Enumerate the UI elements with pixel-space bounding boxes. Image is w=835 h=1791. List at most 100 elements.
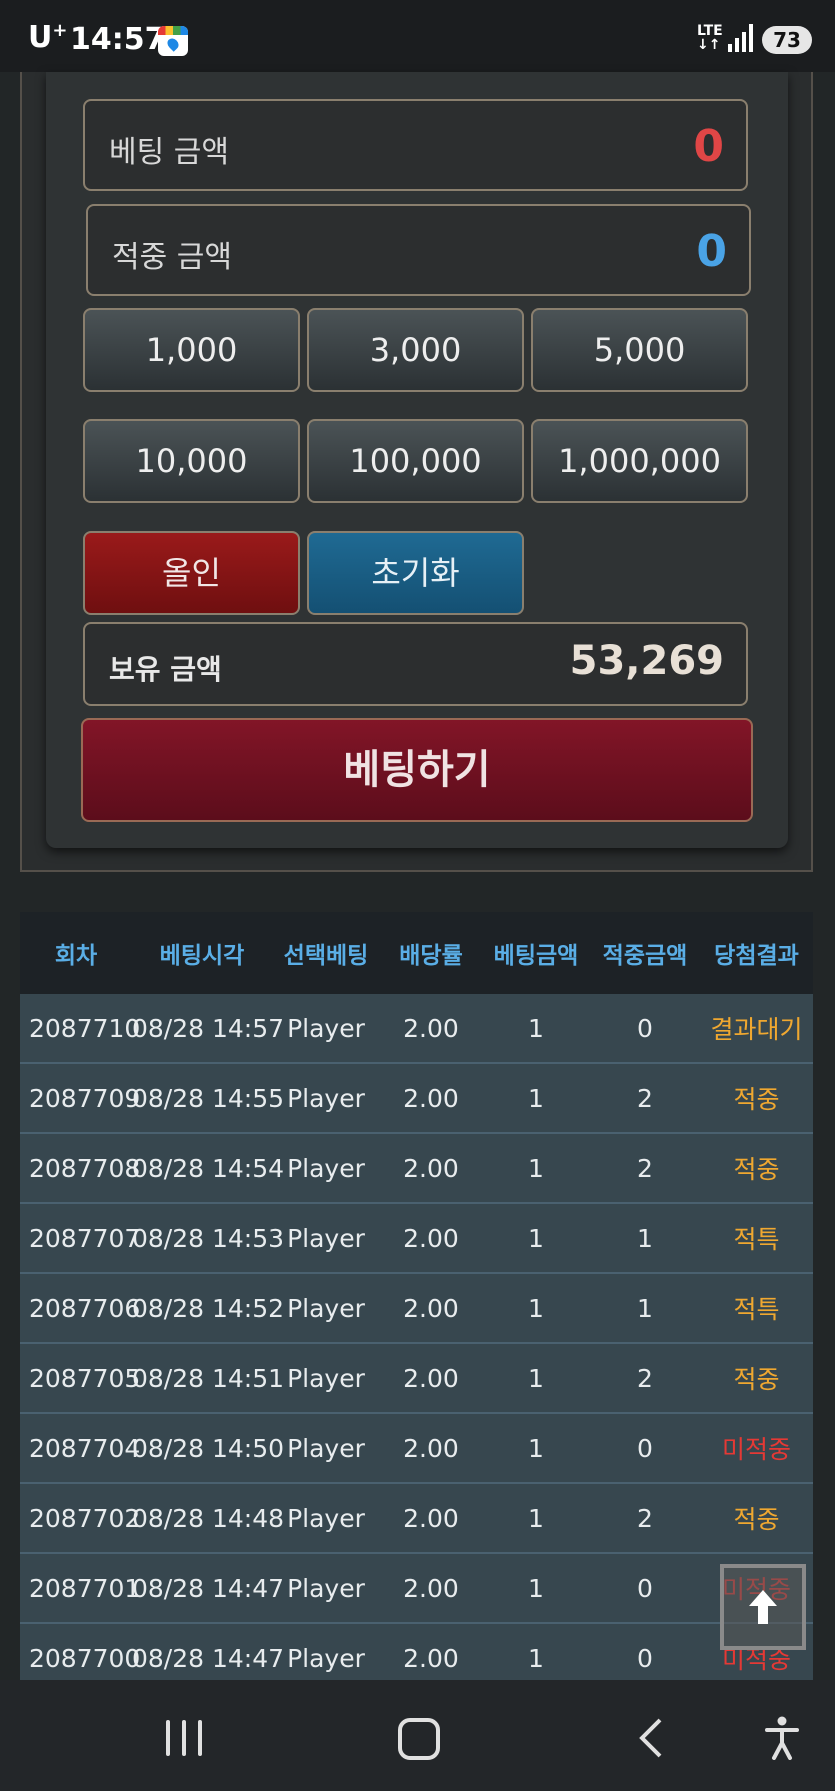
reset-button[interactable]: 초기화 [307,531,524,615]
cell-bet-time: 08/28 14:52 [132,1293,285,1323]
cell-win-amount: 2 [637,1503,653,1533]
cell-selection: Player [287,1223,365,1253]
carrier-label: U+ [28,20,68,55]
cell-win-amount: 0 [637,1433,653,1463]
cell-win-amount: 0 [637,1013,653,1043]
cell-win-amount: 1 [637,1223,653,1253]
cell-odds: 2.00 [403,1573,459,1603]
cell-bet-time: 08/28 14:55 [132,1083,285,1113]
cell-bet-amount: 1 [528,1433,544,1463]
cell-odds: 2.00 [403,1223,459,1253]
back-icon[interactable] [638,1718,664,1762]
arrow-up-icon [749,1590,777,1624]
cell-round: 2087709 [29,1083,141,1113]
cell-round: 2087701 [29,1573,141,1603]
cell-bet-time: 08/28 14:48 [132,1503,285,1533]
cell-bet-amount: 1 [528,1293,544,1323]
cell-odds: 2.00 [403,1643,459,1673]
home-icon[interactable] [398,1718,440,1760]
cell-bet-time: 08/28 14:47 [132,1643,285,1673]
cell-bet-amount: 1 [528,1083,544,1113]
cell-selection: Player [287,1293,365,1323]
cell-selection: Player [287,1433,365,1463]
header-selection[interactable]: 선택베팅 [272,936,380,970]
cell-round: 2087700 [29,1643,141,1673]
table-row: 2087708 08/28 14:54 Player 2.00 1 2 적중 [20,1132,813,1202]
cell-round: 2087710 [29,1013,141,1043]
cell-result: 미적중 [721,1435,791,1464]
cell-win-amount: 2 [637,1083,653,1113]
cell-round: 2087708 [29,1153,141,1183]
cell-selection: Player [287,1153,365,1183]
recent-apps-icon[interactable] [166,1720,206,1756]
cell-bet-time: 08/28 14:54 [132,1153,285,1183]
cell-bet-time: 08/28 14:50 [132,1433,285,1463]
chip-100000-button[interactable]: 100,000 [307,419,524,503]
chip-10000-button[interactable]: 10,000 [83,419,300,503]
cell-odds: 2.00 [403,1083,459,1113]
chip-1000000-button[interactable]: 1,000,000 [531,419,748,503]
cell-round: 2087707 [29,1223,141,1253]
win-amount-label: 적중 금액 [112,240,232,275]
cell-bet-time: 08/28 14:53 [132,1223,285,1253]
header-bet-amount[interactable]: 베팅금액 [482,936,590,970]
cell-bet-amount: 1 [528,1223,544,1253]
lte-icon: LTE ↓↑ [697,23,723,53]
clock: 14:57 [70,22,166,57]
cell-bet-time: 08/28 14:51 [132,1363,285,1393]
cell-selection: Player [287,1013,365,1043]
all-in-button[interactable]: 올인 [83,531,300,615]
cell-result: 결과대기 [710,1015,803,1044]
cell-selection: Player [287,1643,365,1673]
table-row: 2087707 08/28 14:53 Player 2.00 1 1 적특 [20,1202,813,1272]
cell-selection: Player [287,1363,365,1393]
cell-result: 적중 [733,1085,780,1114]
win-amount-value: 0 [696,226,727,277]
header-odds[interactable]: 배당률 [380,936,482,970]
header-round[interactable]: 회차 [20,936,132,970]
cell-round: 2087706 [29,1293,141,1323]
holding-amount-field: 보유 금액 53,269 [83,622,748,706]
cell-odds: 2.00 [403,1293,459,1323]
header-bet-time[interactable]: 베팅시각 [132,936,272,970]
bet-amount-label: 베팅 금액 [109,135,229,170]
table-row: 2087706 08/28 14:52 Player 2.00 1 1 적특 [20,1272,813,1342]
cell-result: 적중 [733,1365,780,1394]
cell-bet-amount: 1 [528,1573,544,1603]
win-amount-field: 적중 금액 0 [86,204,751,296]
cell-win-amount: 2 [637,1153,653,1183]
chip-1000-button[interactable]: 1,000 [83,308,300,392]
cell-selection: Player [287,1573,365,1603]
header-win-amount[interactable]: 적중금액 [590,936,700,970]
cell-selection: Player [287,1503,365,1533]
cell-win-amount: 2 [637,1363,653,1393]
bet-amount-value: 0 [693,121,724,172]
cell-round: 2087702 [29,1503,141,1533]
cell-win-amount: 0 [637,1643,653,1673]
holding-amount-label: 보유 금액 [109,653,222,686]
cell-win-amount: 1 [637,1293,653,1323]
cell-odds: 2.00 [403,1503,459,1533]
header-result[interactable]: 당첨결과 [700,936,813,970]
table-row: 2087704 08/28 14:50 Player 2.00 1 0 미적중 [20,1412,813,1482]
table-row: 2087710 08/28 14:57 Player 2.00 1 0 결과대기 [20,994,813,1062]
cell-odds: 2.00 [403,1363,459,1393]
cell-result: 적특 [733,1295,780,1324]
cell-odds: 2.00 [403,1013,459,1043]
table-body: 2087710 08/28 14:57 Player 2.00 1 0 결과대기 208770… [20,994,813,1692]
place-bet-button[interactable]: 베팅하기 [81,718,753,822]
cell-bet-amount: 1 [528,1153,544,1183]
scroll-to-top-button[interactable] [720,1564,806,1650]
chip-3000-button[interactable]: 3,000 [307,308,524,392]
table-row: 2087705 08/28 14:51 Player 2.00 1 2 적중 [20,1342,813,1412]
cell-bet-amount: 1 [528,1363,544,1393]
cell-bet-amount: 1 [528,1013,544,1043]
cell-result: 적중 [733,1155,780,1184]
chip-5000-button[interactable]: 5,000 [531,308,748,392]
map-pin-icon [158,26,188,56]
accessibility-icon[interactable] [764,1716,800,1764]
cell-selection: Player [287,1083,365,1113]
cell-bet-time: 08/28 14:47 [132,1573,285,1603]
cell-result: 적중 [733,1505,780,1534]
cell-odds: 2.00 [403,1433,459,1463]
